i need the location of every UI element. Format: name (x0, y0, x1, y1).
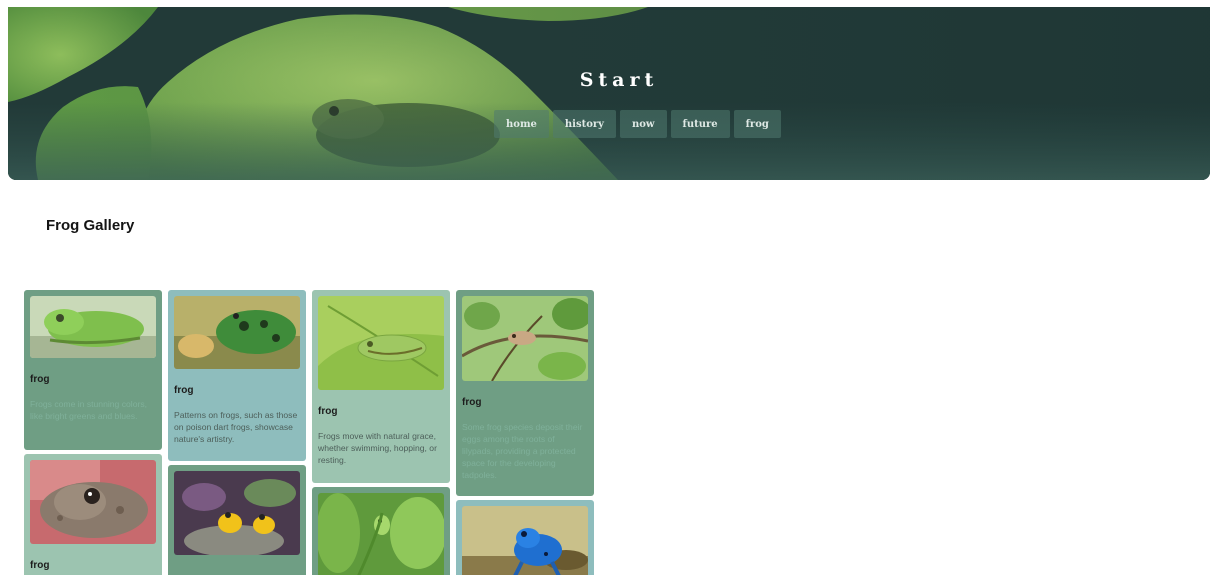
frog-photo (462, 296, 588, 381)
gallery-card[interactable]: frog Frogs move with natural grace, whet… (312, 290, 450, 483)
card-title: frog (318, 406, 338, 417)
frog-photo (30, 296, 156, 358)
gallery-card[interactable]: frog Frogs come in stunning colors, like… (24, 290, 162, 450)
main-nav: home history now future frog (494, 110, 781, 138)
card-title: frog (30, 560, 50, 571)
card-title: frog (462, 397, 482, 408)
card-description: Frogs come in stunning colors, like brig… (30, 399, 148, 421)
card-description: Some frog species deposit their eggs amo… (462, 422, 583, 480)
hero-title: Start (579, 69, 659, 91)
nav-future-link[interactable]: future (670, 110, 730, 138)
hero-lilypad-image (8, 7, 1210, 180)
card-title: frog (30, 374, 50, 385)
frog-gallery: frog Frogs come in stunning colors, like… (24, 290, 604, 575)
gallery-card[interactable]: frog (24, 454, 162, 575)
frog-photo (318, 296, 444, 390)
frog-photo (318, 493, 444, 575)
frog-photo (30, 460, 156, 544)
card-description: Patterns on frogs, such as those on pois… (174, 410, 298, 444)
page: Start home history now future frog Frog … (0, 0, 1210, 575)
card-description: Frogs move with natural grace, whether s… (318, 431, 437, 465)
gallery-card[interactable]: frog Some frog species deposit their egg… (456, 290, 594, 496)
nav-frog-link[interactable]: frog (733, 110, 781, 138)
gallery-card[interactable] (168, 465, 306, 575)
gallery-title: Frog Gallery (46, 217, 135, 234)
gallery-card[interactable] (312, 487, 450, 575)
gallery-card[interactable]: frog Patterns on frogs, such as those on… (168, 290, 306, 461)
card-title: frog (174, 385, 194, 396)
frog-photo (462, 506, 588, 575)
frog-photo (174, 296, 300, 369)
gallery-card[interactable] (456, 500, 594, 575)
nav-home-link[interactable]: home (494, 110, 549, 138)
hero-banner: Start home history now future frog (8, 7, 1210, 180)
frog-photo (174, 471, 300, 555)
nav-now-link[interactable]: now (619, 110, 667, 138)
nav-history-link[interactable]: history (552, 110, 616, 138)
